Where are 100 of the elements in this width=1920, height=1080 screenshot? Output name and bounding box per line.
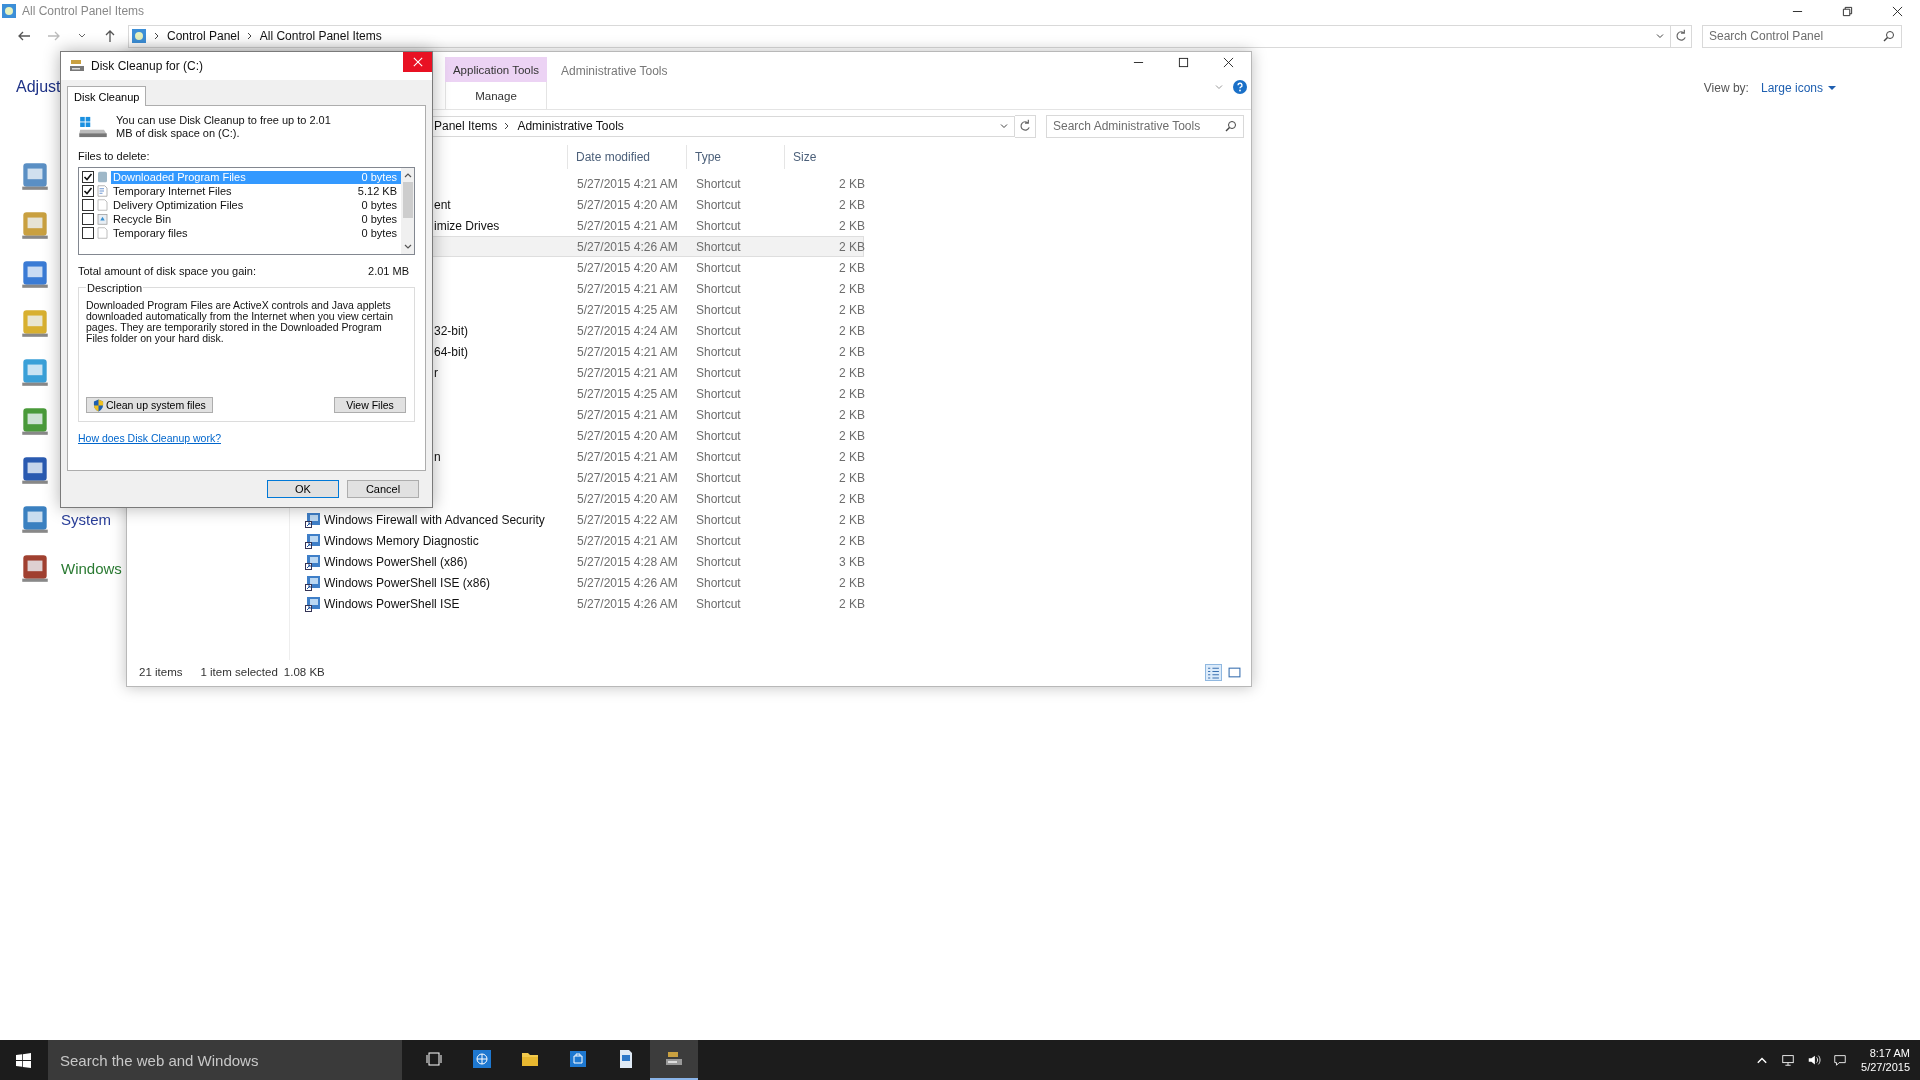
file-type-item[interactable]: Delivery Optimization Files 0 bytes (111, 198, 401, 212)
selection-size: 1.08 KB (283, 666, 325, 678)
size-cell-text: 2 KB (838, 197, 865, 212)
checkbox[interactable] (82, 185, 94, 197)
file-type-size: 5.12 KB (357, 185, 397, 197)
clean-up-system-files-button[interactable]: Clean up system files (86, 397, 213, 413)
search-field[interactable]: Search the web and Windows (48, 1040, 402, 1080)
help-icon[interactable] (1233, 80, 1247, 94)
refresh-icon[interactable] (1015, 114, 1036, 138)
shortcut-icon (305, 553, 321, 570)
type-cell-text: Shortcut (695, 575, 742, 590)
checkbox[interactable] (82, 227, 94, 239)
breadcrumb-item[interactable]: Panel Items (434, 119, 498, 133)
view-by-dropdown[interactable]: Large icons (1760, 81, 1836, 95)
date-cell-text: 5/27/2015 4:21 AM (576, 281, 679, 296)
date-cell-text: 5/27/2015 4:21 AM (576, 533, 679, 548)
date-cell-text: 5/27/2015 4:24 AM (576, 323, 679, 338)
network-icon[interactable] (1781, 1053, 1796, 1067)
checkbox[interactable] (82, 213, 94, 225)
date-cell-text: 5/27/2015 4:20 AM (576, 428, 679, 443)
date-cell-text: 5/27/2015 4:22 AM (576, 512, 679, 527)
file-row[interactable]: Windows PowerShell ISE 5/27/2015 4:26 AM Shortcut 2 KB (290, 593, 864, 614)
file-type-size: 0 bytes (361, 171, 397, 183)
help-link[interactable]: How does Disk Cleanup work? (78, 432, 221, 444)
file-row[interactable]: Windows Memory Diagnostic 5/27/2015 4:21 AM Shortcut 2 KB (290, 530, 864, 551)
column-header[interactable]: Size (784, 145, 864, 169)
checkbox[interactable] (82, 199, 94, 211)
shortcut-icon (305, 574, 321, 591)
volume-icon[interactable] (1807, 1053, 1822, 1067)
type-cell-text: Shortcut (695, 218, 742, 233)
selection-count: 1 item selected (200, 666, 278, 678)
date-cell-text: 5/27/2015 4:21 AM (576, 218, 679, 233)
file-row[interactable]: Windows PowerShell (x86) 5/27/2015 4:28 AM Shortcut 3 KB (290, 551, 864, 572)
file-type-name: Temporary files (113, 227, 188, 239)
chevron-down-icon[interactable] (1656, 32, 1664, 40)
file-name: ent (434, 197, 451, 212)
file-type-size: 0 bytes (361, 199, 397, 211)
checkbox[interactable] (82, 171, 94, 183)
clock-date: 5/27/2015 (1861, 1060, 1910, 1074)
refresh-icon[interactable] (1671, 24, 1692, 48)
file-type-item[interactable]: Recycle Bin 0 bytes (111, 212, 401, 226)
chevron-down-icon[interactable] (1000, 122, 1008, 130)
clock-time: 8:17 AM (1869, 1046, 1910, 1060)
size-cell-text: 2 KB (838, 260, 865, 275)
ok-button[interactable]: OK (267, 480, 339, 498)
file-row[interactable]: Windows Firewall with Advanced Security 5/27/2015 4:22 AM Shortcut 2 KB (290, 509, 864, 530)
date-cell-text: 5/27/2015 4:20 AM (576, 197, 679, 212)
size-cell-text: 2 KB (838, 470, 865, 485)
search-field[interactable]: Search Control Panel (1702, 24, 1902, 48)
shield-icon (93, 398, 104, 412)
control-panel-icon (1, 3, 17, 19)
size-cell-text: 2 KB (838, 323, 865, 338)
file-name: 64-bit) (434, 344, 468, 359)
date-cell-text: 5/27/2015 4:25 AM (576, 302, 679, 317)
column-header[interactable]: Date modified (567, 145, 686, 169)
scrollbar[interactable] (401, 168, 414, 254)
size-cell-text: 2 KB (838, 218, 865, 233)
details-view-button[interactable] (1205, 663, 1222, 681)
group-label: Description (86, 282, 144, 294)
disk-cleanup-icon (69, 58, 85, 74)
document-icon (97, 227, 108, 239)
file-type-item[interactable]: Temporary Internet Files 5.12 KB (111, 184, 401, 198)
start-icon[interactable] (16, 1052, 31, 1068)
close-button[interactable] (403, 52, 432, 72)
address-bar[interactable]: Control Panel All Control Panel Items (128, 24, 1671, 48)
control-panel-item-label[interactable]: System (61, 510, 111, 528)
breadcrumb-item[interactable]: Administrative Tools (517, 119, 624, 133)
file-row[interactable]: Windows PowerShell ISE (x86) 5/27/2015 4:26 AM Shortcut 2 KB (290, 572, 864, 593)
cancel-button[interactable]: Cancel (347, 480, 419, 498)
recycle-bin-icon (97, 213, 108, 225)
dialog-title: Disk Cleanup for (C:) (91, 59, 204, 73)
size-cell-text: 2 KB (838, 512, 865, 527)
size-cell-text: 2 KB (838, 449, 865, 464)
view-by-label: View by: (1703, 81, 1749, 95)
file-type-name: Downloaded Program Files (113, 171, 246, 183)
size-cell-text: 2 KB (838, 239, 865, 254)
breadcrumb-item[interactable]: Control Panel (167, 29, 240, 43)
file-type-name: Delivery Optimization Files (113, 199, 244, 211)
ribbon-tab[interactable]: Manage (445, 82, 547, 109)
date-cell-text: 5/27/2015 4:21 AM (576, 449, 679, 464)
type-cell-text: Shortcut (695, 428, 742, 443)
description-text: Downloaded Program Files are ActiveX controls and Java applets downloaded automatically from the Internet when you view certain pages. They are temporarily stored in the Downloaded Program Files folder on your hard disk. (86, 300, 394, 344)
date-cell-text: 5/27/2015 4:21 AM (576, 176, 679, 191)
drive-icon (78, 116, 108, 138)
control-panel-item-label[interactable]: Windows (61, 559, 122, 577)
type-cell-text: Shortcut (695, 533, 742, 548)
dialog-tab[interactable]: Disk Cleanup (67, 86, 147, 106)
breadcrumb-item[interactable]: All Control Panel Items (259, 29, 382, 43)
type-cell-text: Shortcut (695, 323, 742, 338)
type-cell-text: Shortcut (695, 344, 742, 359)
search-field[interactable]: Search Administrative Tools (1046, 114, 1244, 138)
disk-cleanup-icon[interactable] (650, 1040, 698, 1080)
column-header[interactable]: Type (686, 145, 784, 169)
clock[interactable]: 8:17 AM 5/27/2015 (1861, 1046, 1910, 1074)
message-icon[interactable] (1833, 1053, 1848, 1067)
file-name: Windows Memory Diagnostic (324, 533, 479, 548)
type-cell-text: Shortcut (695, 281, 742, 296)
view-files-button[interactable]: View Files (334, 397, 406, 413)
size-cell-text: 2 KB (838, 533, 865, 548)
context-tab-group: Application Tools (445, 57, 547, 82)
